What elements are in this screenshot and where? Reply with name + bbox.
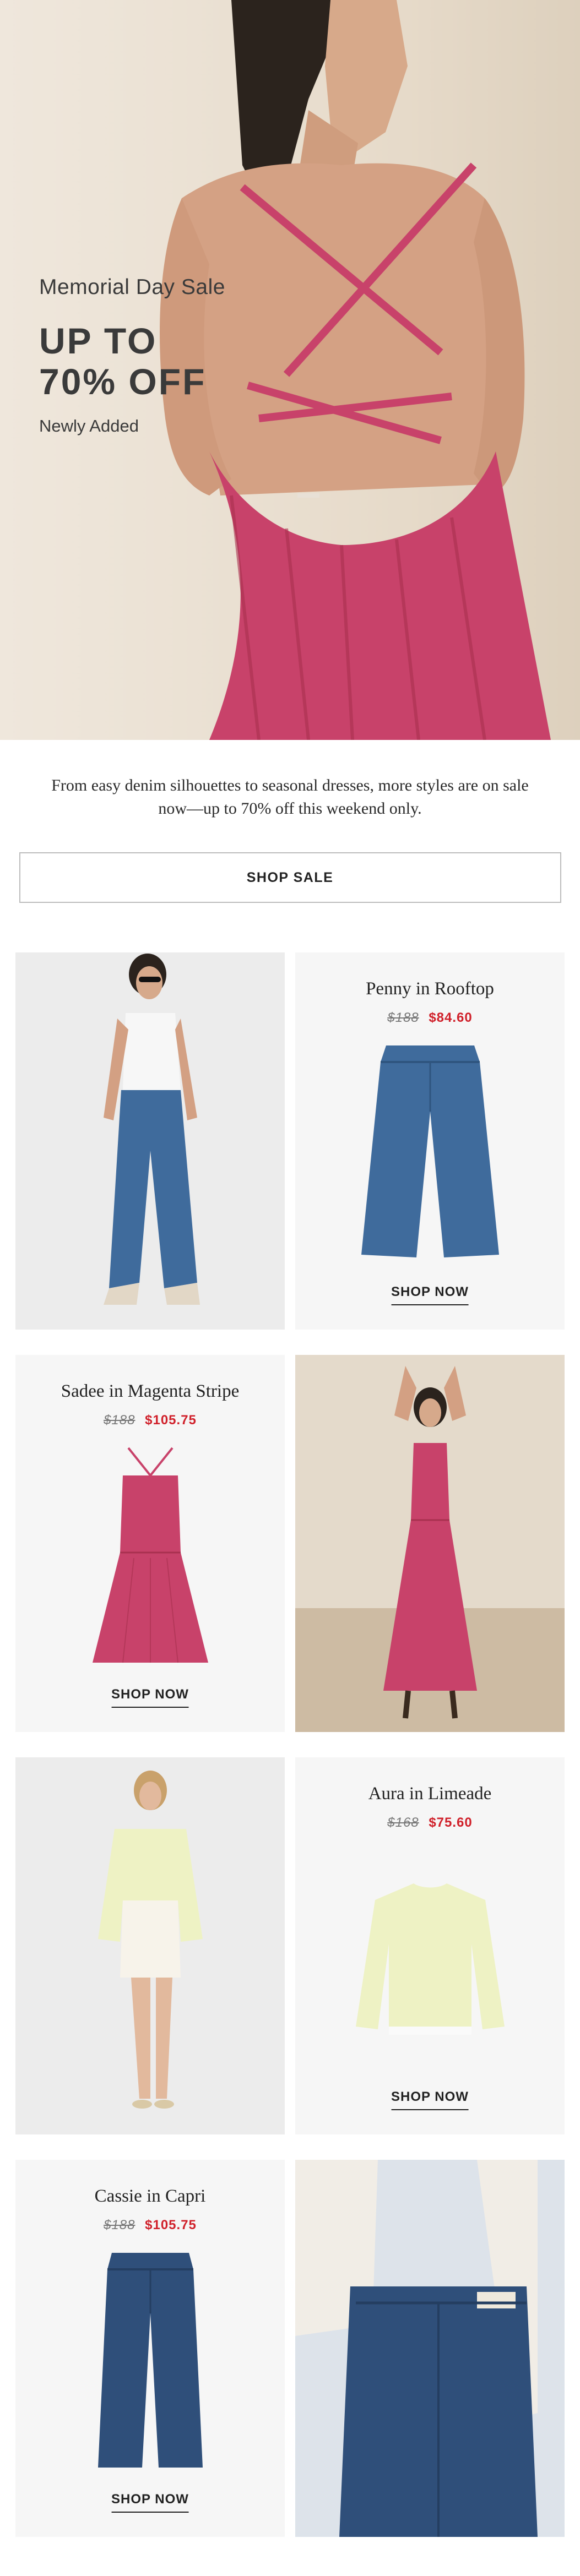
hero-eyebrow: Memorial Day Sale [39, 275, 225, 299]
sadee-dress-image [92, 1447, 208, 1663]
product-name[interactable]: Aura in Limeade [368, 1784, 492, 1804]
cassie-jeans-image [97, 2253, 203, 2468]
shop-now-link[interactable]: SHOP NOW [391, 2089, 469, 2110]
sale-price: $105.75 [145, 2218, 197, 2232]
shop-now-link[interactable]: SHOP NOW [111, 2492, 189, 2513]
sale-price: $84.60 [429, 1010, 473, 1025]
price-line: $188 $105.75 [104, 2218, 197, 2233]
penny-jeans-image [361, 1045, 499, 1257]
intro-text: From easy denim silhouettes to seasonal … [51, 776, 529, 818]
hero-text-block: Memorial Day Sale UP TO 70% OFF Newly Ad… [39, 275, 225, 436]
original-price: $188 [104, 1413, 135, 1428]
hero-headline-line-1: UP TO [39, 320, 158, 361]
aura-model-image [15, 1757, 285, 2134]
shop-now-link[interactable]: SHOP NOW [111, 1687, 189, 1708]
cassie-model-photo[interactable] [295, 2160, 565, 2537]
hero-subline: Newly Added [39, 416, 139, 435]
price-line: $168 $75.60 [387, 1815, 472, 1831]
product-name[interactable]: Cassie in Capri [95, 2186, 206, 2207]
cassie-model-image [295, 2160, 565, 2537]
price-line: $188 $84.60 [387, 1010, 472, 1026]
product-grid: Penny in Rooftop $188 $84.60 SHOP NOW Sa… [0, 903, 580, 2537]
original-price: $188 [387, 1010, 419, 1025]
product-name[interactable]: Penny in Rooftop [366, 979, 494, 999]
shop-now-link[interactable]: SHOP NOW [391, 1284, 469, 1305]
penny-model-image [15, 952, 285, 1330]
aura-model-photo[interactable] [15, 1757, 285, 2134]
grid-row: Cassie in Capri $188 $105.75 SHOP NOW [15, 2160, 565, 2537]
grid-row: Sadee in Magenta Stripe $188 $105.75 SHO… [15, 1355, 565, 1732]
sadee-model-image [295, 1355, 565, 1732]
grid-row: Aura in Limeade $168 $75.60 SHOP NOW [15, 1757, 565, 2134]
aura-sweater-image [355, 1883, 505, 2035]
intro-section: From easy denim silhouettes to seasonal … [0, 740, 580, 903]
shop-sale-button[interactable]: SHOP SALE [19, 852, 561, 903]
product-card-aura[interactable]: Aura in Limeade $168 $75.60 SHOP NOW [295, 1757, 565, 2134]
sadee-model-photo[interactable] [295, 1355, 565, 1732]
product-card-penny[interactable]: Penny in Rooftop $188 $84.60 SHOP NOW [295, 952, 565, 1330]
product-card-cassie[interactable]: Cassie in Capri $188 $105.75 SHOP NOW [15, 2160, 285, 2537]
original-price: $168 [387, 1815, 419, 1830]
original-price: $188 [104, 2218, 135, 2232]
product-card-sadee[interactable]: Sadee in Magenta Stripe $188 $105.75 SHO… [15, 1355, 285, 1732]
hero-banner[interactable]: Memorial Day Sale UP TO 70% OFF Newly Ad… [0, 0, 580, 740]
penny-model-photo[interactable] [15, 952, 285, 1330]
grid-row: Penny in Rooftop $188 $84.60 SHOP NOW [15, 952, 565, 1330]
sale-price: $75.60 [429, 1815, 473, 1830]
hero-headline: UP TO 70% OFF [39, 320, 225, 402]
sale-price: $105.75 [145, 1413, 197, 1428]
price-line: $188 $105.75 [104, 1413, 197, 1428]
product-name[interactable]: Sadee in Magenta Stripe [61, 1381, 240, 1402]
hero-headline-line-2: 70% OFF [39, 361, 207, 402]
